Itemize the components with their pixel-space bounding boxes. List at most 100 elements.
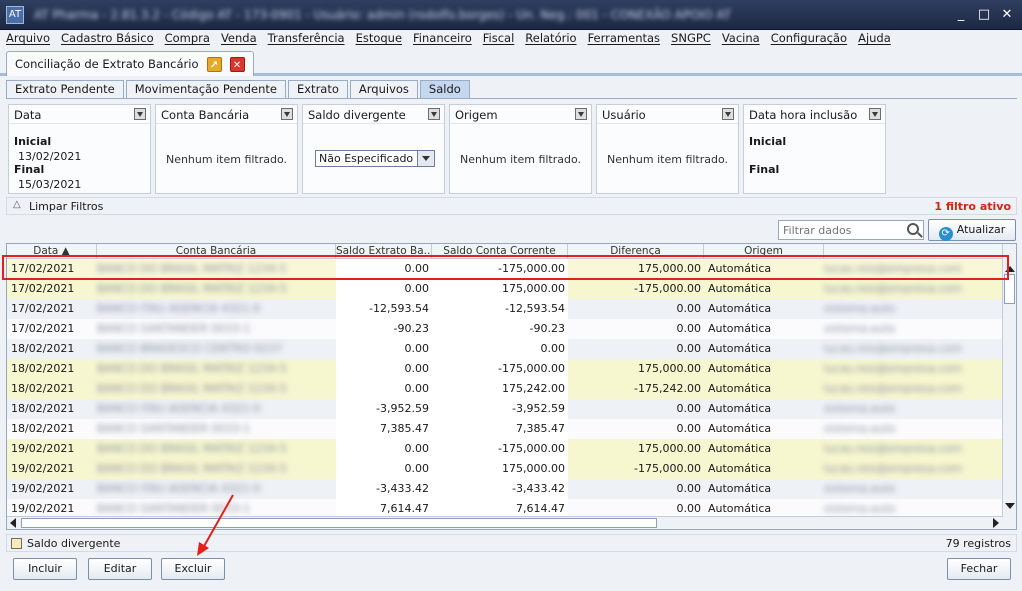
minimize-icon[interactable]: _ (952, 6, 970, 24)
table-row[interactable]: 17/02/2021 BANCO DO BRASIL MATRIZ 1234-5 0… (7, 259, 1003, 279)
document-tab-bar: Conciliação de Extrato Bancário ↗ ✕ (0, 48, 1022, 76)
filter-origem-empty: Nenhum item filtrado. (459, 153, 582, 166)
chevron-down-icon[interactable] (417, 151, 434, 166)
tab-extrato[interactable]: Extrato (287, 80, 348, 98)
vertical-scrollbar[interactable] (1002, 244, 1016, 529)
search-icon[interactable] (907, 223, 919, 235)
menu-estoque[interactable]: Estoque (356, 30, 402, 48)
menu-sngpc[interactable]: SNGPC (671, 30, 711, 48)
col-usuario-cell: lucas.reis@empresa.com (824, 362, 962, 375)
col-conta-bancaria-cell: BANCO DO BRASIL MATRIZ 1234-5 (97, 462, 287, 475)
excluir-button[interactable]: Excluir (161, 558, 225, 580)
saldo-divergente-select[interactable]: Não Especificado (315, 150, 435, 167)
tab-arquivos[interactable]: Arquivos (349, 80, 418, 98)
close-icon[interactable]: ✕ (998, 6, 1016, 24)
col-diferenca-cell: 0.00 (676, 402, 702, 415)
incluir-button[interactable]: Incluir (13, 558, 77, 580)
table-row[interactable]: 18/02/2021 BANCO DO BRASIL MATRIZ 1234-5 0… (7, 359, 1003, 379)
tab-conciliacao[interactable]: Conciliação de Extrato Bancário ↗ ✕ (6, 51, 254, 76)
editar-button[interactable]: Editar (88, 558, 152, 580)
menu-ferramentas[interactable]: Ferramentas (588, 30, 660, 48)
col-origem-cell: Automática (708, 382, 772, 395)
filter-funnel-icon[interactable] (722, 108, 734, 120)
col-saldo-conta-corrente-cell: 175,242.00 (432, 379, 568, 399)
tab-movimentacao-pendente[interactable]: Movimentação Pendente (125, 80, 286, 98)
filter-funnel-icon[interactable] (281, 108, 293, 120)
col-diferenca-cell: 0.00 (676, 342, 702, 355)
menu-configuracao[interactable]: Configuração (771, 30, 847, 48)
scroll-left-icon[interactable] (10, 518, 16, 528)
col-origem-cell: Automática (708, 302, 772, 315)
col-origem-cell: Automática (708, 462, 772, 475)
filter-funnel-icon[interactable] (575, 108, 587, 120)
col-conta-bancaria-header[interactable]: Conta Bancária (97, 244, 336, 259)
scroll-right-icon[interactable] (993, 518, 999, 528)
maximize-icon[interactable]: □ (975, 6, 993, 24)
table-row[interactable]: 17/02/2021 BANCO ITAU AGENCIA 4321-0 -12,5… (7, 299, 1003, 319)
tab-extrato-pendente[interactable]: Extrato Pendente (6, 80, 124, 98)
menu-vacina[interactable]: Vacina (722, 30, 760, 48)
table-row[interactable]: 18/02/2021 BANCO DO BRASIL MATRIZ 1234-5 0… (7, 379, 1003, 399)
col-conta-bancaria-cell: BANCO DO BRASIL MATRIZ 1234-5 (97, 262, 287, 275)
col-diferenca-header[interactable]: Diferença (568, 244, 704, 259)
table-row[interactable]: 19/02/2021 BANCO DO BRASIL MATRIZ 1234-5 0… (7, 439, 1003, 459)
menu-financeiro[interactable]: Financeiro (413, 30, 472, 48)
table-row[interactable]: 17/02/2021 BANCO SANTANDER 0033-1 -90.23 -9… (7, 319, 1003, 339)
horizontal-scrollbar[interactable] (7, 516, 1003, 529)
col-diferenca-cell: -175,000.00 (634, 462, 701, 475)
table-row[interactable]: 17/02/2021 BANCO DO BRASIL MATRIZ 1234-5 0… (7, 279, 1003, 299)
tab-saldo[interactable]: Saldo (419, 80, 470, 98)
col-saldo-extrato-cell: 0.00 (336, 279, 432, 299)
tab-conciliacao-label: Conciliação de Extrato Bancário (15, 57, 199, 71)
col-diferenca-cell: -175,000.00 (634, 282, 701, 295)
col-conta-bancaria-cell: BANCO SANTANDER 0033-1 (97, 322, 251, 335)
menu-ajuda[interactable]: Ajuda (858, 30, 891, 48)
menu-cadastro-basico[interactable]: Cadastro Básico (61, 30, 154, 48)
filter-data-final-value[interactable]: 15/03/2021 (18, 178, 81, 191)
col-usuario-cell: lucas.reis@empresa.com (824, 342, 962, 355)
col-saldo-extrato-cell: -90.23 (336, 319, 432, 339)
col-saldo-conta-corrente-cell: 7,385.47 (432, 419, 568, 439)
col-origem-cell: Automática (708, 442, 772, 455)
filter-saldo-header: Saldo divergente (308, 108, 406, 122)
col-saldo-extrato-header[interactable]: Saldo Extrato Ba... (336, 244, 432, 259)
clear-filters-link[interactable]: Limpar Filtros (29, 200, 103, 213)
col-conta-bancaria-cell: BANCO ITAU AGENCIA 4321-0 (97, 482, 261, 495)
col-usuario-cell: lucas.reis@empresa.com (824, 462, 962, 475)
col-saldo-extrato-cell: -3,433.42 (336, 479, 432, 499)
col-data-header[interactable]: Data ▲ (7, 244, 97, 259)
col-usuario-header[interactable] (824, 244, 1003, 259)
col-saldo-conta-corrente-header[interactable]: Saldo Conta Corrente (432, 244, 568, 259)
refresh-button[interactable]: ⟳ Atualizar (928, 219, 1016, 241)
filter-funnel-icon[interactable] (428, 108, 440, 120)
app-icon[interactable]: AT (6, 6, 24, 24)
menu-fiscal[interactable]: Fiscal (483, 30, 515, 48)
horizontal-scroll-thumb[interactable] (21, 518, 657, 528)
table-row[interactable]: 18/02/2021 BANCO BRADESCO CENTRO 0237 0.00… (7, 339, 1003, 359)
table-row[interactable]: 18/02/2021 BANCO ITAU AGENCIA 4321-0 -3,95… (7, 399, 1003, 419)
scroll-up-icon[interactable] (1005, 266, 1015, 272)
search-input[interactable] (779, 221, 899, 239)
menu-compra[interactable]: Compra (165, 30, 210, 48)
col-origem-header[interactable]: Origem (704, 244, 824, 259)
saldo-divergente-legend-checkbox[interactable] (11, 538, 22, 549)
menu-arquivo[interactable]: Arquivo (6, 30, 50, 48)
menu-transferencia[interactable]: Transferência (268, 30, 345, 48)
scroll-down-icon[interactable] (1005, 503, 1015, 509)
menu-relatorio[interactable]: Relatório (525, 30, 576, 48)
close-tab-icon[interactable]: ✕ (229, 56, 245, 72)
col-diferenca-cell: 175,000.00 (638, 442, 701, 455)
col-saldo-extrato-cell: 0.00 (336, 439, 432, 459)
collapse-icon[interactable]: △ (13, 199, 21, 210)
float-window-icon[interactable]: ↗ (206, 56, 222, 72)
filter-data-inicial-label: Inicial (14, 135, 52, 148)
table-row[interactable]: 18/02/2021 BANCO SANTANDER 0033-1 7,385.47… (7, 419, 1003, 439)
filter-funnel-icon[interactable] (134, 108, 146, 120)
table-row[interactable]: 19/02/2021 BANCO ITAU AGENCIA 4321-0 -3,43… (7, 479, 1003, 499)
fechar-button[interactable]: Fechar (947, 558, 1011, 580)
vertical-scroll-thumb[interactable] (1004, 274, 1015, 304)
menu-venda[interactable]: Venda (221, 30, 257, 48)
filter-funnel-icon[interactable] (869, 108, 881, 120)
table-row[interactable]: 19/02/2021 BANCO DO BRASIL MATRIZ 1234-5 0… (7, 459, 1003, 479)
filter-data-inicial-value[interactable]: 13/02/2021 (18, 150, 81, 163)
